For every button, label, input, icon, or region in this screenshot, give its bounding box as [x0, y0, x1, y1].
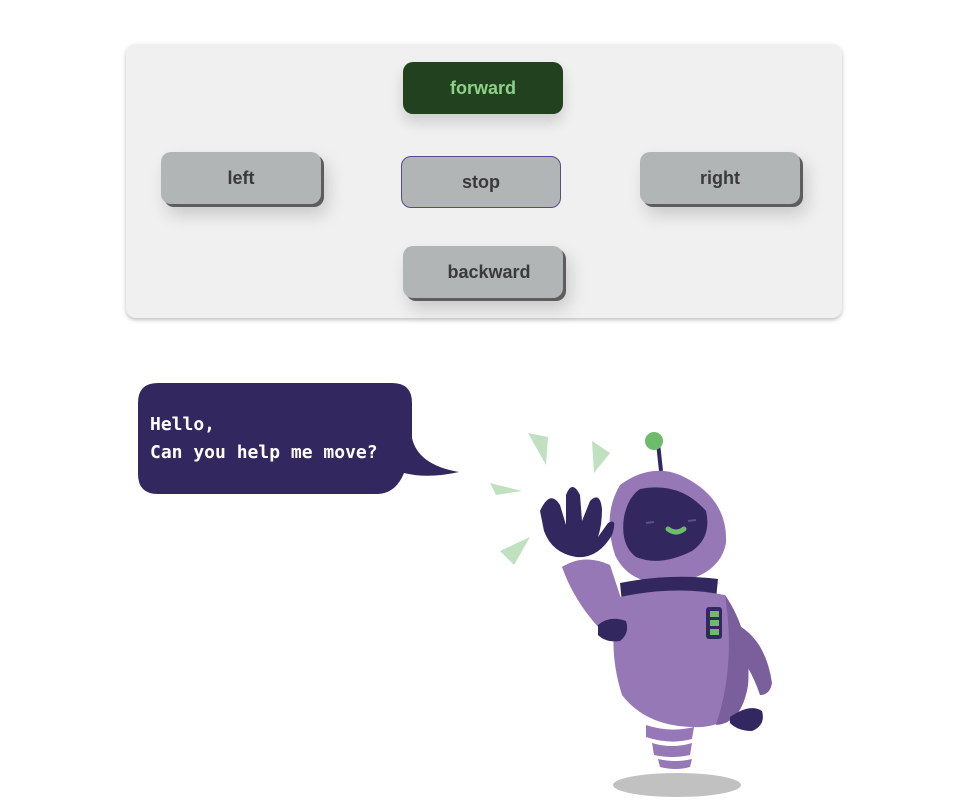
antenna-bulb: [645, 432, 663, 450]
speech-bubble: Hello, Can you help me move?: [138, 383, 459, 494]
robot-smile: [665, 526, 687, 535]
speech-line-2: Can you help me move?: [150, 442, 378, 463]
waving-robot-illustration: [490, 432, 772, 797]
control-panel: forward left stop right backward: [126, 44, 842, 318]
stop-button[interactable]: stop: [401, 156, 561, 208]
speech-text: Hello, Can you help me move?: [150, 411, 378, 467]
robot-leg-segment-1: [646, 725, 694, 742]
page: forward left stop right backward Hello, …: [0, 0, 954, 805]
right-button[interactable]: right: [640, 152, 800, 204]
robot-leg-segment-2: [652, 743, 692, 757]
backward-button[interactable]: backward: [403, 246, 563, 298]
left-button[interactable]: left: [161, 152, 321, 204]
robot-leg-segment-3: [658, 759, 692, 769]
forward-button[interactable]: forward: [403, 62, 563, 114]
speech-line-1: Hello,: [150, 414, 216, 435]
robot-waving-hand: [540, 487, 615, 558]
robot-shadow: [613, 773, 741, 797]
